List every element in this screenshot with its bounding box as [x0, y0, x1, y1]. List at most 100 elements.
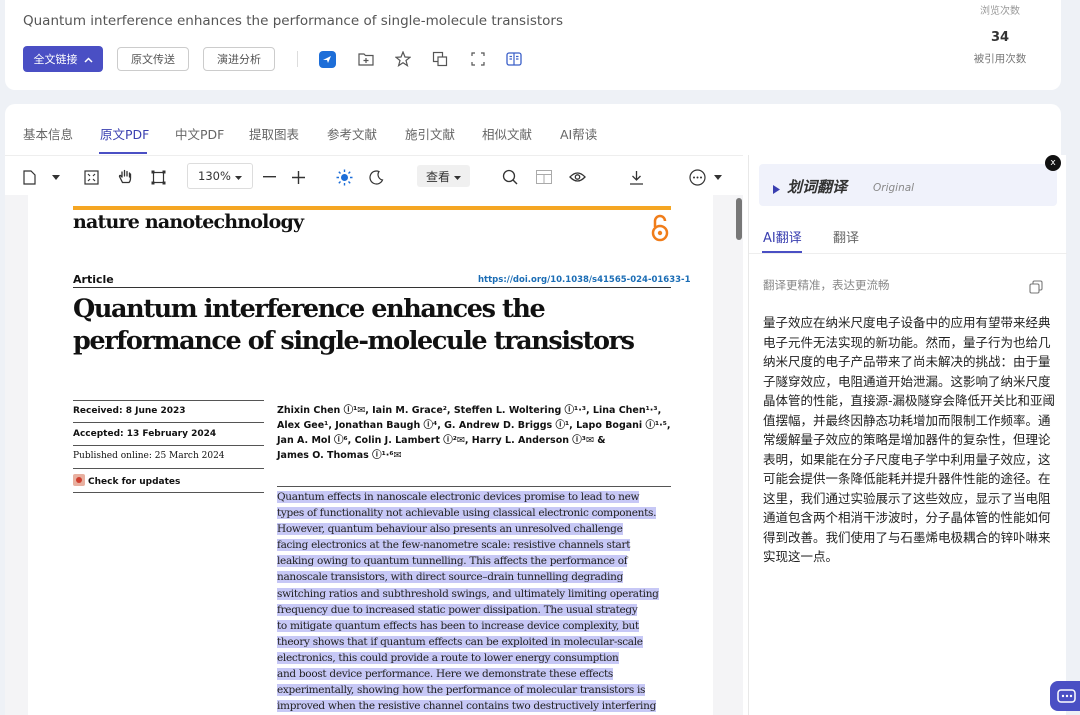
tab-references[interactable]: 参考文献	[327, 124, 377, 143]
citation-icon[interactable]	[430, 49, 450, 69]
file-icon[interactable]	[20, 168, 38, 186]
caret-down-icon	[234, 169, 242, 183]
tab-translate[interactable]: 翻译	[833, 227, 859, 246]
abstract-line: leaking owing to quantum tunnelling. Thi…	[277, 555, 628, 568]
divider	[73, 492, 264, 493]
fulltext-link-button[interactable]: 全文链接	[23, 46, 103, 72]
abstract-line: experimentally, showing how the performa…	[277, 684, 646, 697]
doi-link[interactable]: https://doi.org/10.1038/s41565-024-01633…	[478, 275, 690, 285]
evolution-analysis-button[interactable]: 演进分析	[203, 47, 275, 71]
pdf-viewer[interactable]: nature nanotechnology Article https://do…	[5, 195, 743, 715]
tab-ai-reading[interactable]: AI帮读	[560, 124, 597, 143]
tab-original-pdf[interactable]: 原文PDF	[100, 124, 149, 143]
author-line: Jan A. Mol ⓘ⁶, Colin J. Lambert ⓘ²✉, Har…	[277, 435, 606, 446]
article-type: Article	[73, 273, 114, 286]
fit-page-icon[interactable]	[82, 168, 100, 186]
translation-header[interactable]: 划词翻译 Original	[759, 164, 1057, 206]
select-area-icon[interactable]	[149, 168, 167, 186]
abstract[interactable]: Quantum effects in nanoscale electronic …	[277, 489, 671, 714]
more-icon[interactable]	[688, 168, 706, 186]
published-date: Published online: 25 March 2024	[73, 451, 225, 461]
zoom-select[interactable]: 130%	[187, 163, 253, 189]
article-title: Quantum interference enhances the perfor…	[73, 294, 635, 356]
zoom-in-icon[interactable]	[289, 168, 307, 186]
pdf-page: nature nanotechnology Article https://do…	[28, 195, 713, 715]
tab-chinese-pdf[interactable]: 中文PDF	[175, 124, 224, 143]
zoom-value: 130%	[198, 169, 231, 183]
divider	[73, 422, 264, 423]
pdf-scrollbar[interactable]	[736, 198, 742, 240]
accepted-date: Accepted: 13 February 2024	[73, 429, 217, 439]
close-icon[interactable]: x	[1045, 155, 1061, 171]
divider	[73, 468, 264, 469]
copy-icon[interactable]	[1029, 279, 1043, 294]
chevron-up-icon	[83, 53, 93, 66]
eye-icon[interactable]	[568, 168, 586, 186]
translation-panel: 划词翻译 Original AI翻译 翻译 翻译更精准，表达更流畅 量子效应在纳…	[748, 155, 1067, 715]
dark-mode-icon[interactable]	[367, 168, 385, 186]
author-line: Zhixin Chen ⓘ¹✉, Iain M. Grace², Steffen…	[277, 405, 662, 416]
tab-basic-info[interactable]: 基本信息	[23, 124, 73, 143]
received-date: Received: 8 June 2023	[73, 406, 186, 416]
tab-citing-papers[interactable]: 施引文献	[405, 124, 455, 143]
light-mode-icon[interactable]	[335, 168, 353, 186]
header-card: Quantum interference enhances the perfor…	[5, 0, 1061, 90]
translation-text: 量子效应在纳米尺度电子设备中的应用有望带来经典电子元件无法实现的新功能。然而，量…	[763, 315, 1056, 564]
document-title: Quantum interference enhances the perfor…	[23, 13, 564, 29]
pdf-toolbar: 130% 查看	[5, 155, 743, 197]
journal-name: nature nanotechnology	[73, 211, 304, 233]
views-label: 浏览次数	[980, 6, 1020, 17]
divider	[73, 400, 264, 401]
abstract-line: Quantum effects in nanoscale electronic …	[277, 491, 640, 503]
cited-label: 被引用次数	[973, 53, 1027, 65]
translation-hint: 翻译更精准，表达更流畅	[763, 278, 890, 292]
author-line: James O. Thomas ⓘ¹·⁶✉	[277, 450, 402, 461]
share-icon[interactable]	[317, 49, 337, 69]
reader-icon[interactable]	[504, 49, 524, 69]
caret-down-icon[interactable]	[709, 168, 727, 186]
tab-ai-translate[interactable]: AI翻译	[763, 227, 802, 246]
author-list: Zhixin Chen ⓘ¹✉, Iain M. Grace², Steffen…	[277, 403, 677, 463]
play-triangle-icon	[773, 179, 780, 198]
divider	[73, 287, 671, 288]
search-icon[interactable]	[501, 168, 519, 186]
view-select[interactable]: 查看	[417, 165, 470, 187]
view-label: 查看	[425, 169, 450, 184]
divider	[297, 51, 298, 67]
fulltext-link-label: 全文链接	[33, 53, 78, 66]
delivery-button[interactable]: 原文传送	[117, 47, 189, 71]
abstract-line: to mitigate quantum effects has been to …	[277, 619, 639, 632]
caret-down-icon	[454, 169, 461, 183]
abstract-line: frequency due to increased static power …	[277, 603, 638, 616]
main-card: 基本信息 原文PDF 中文PDF 提取图表 参考文献 施引文献 相似文献 AI帮…	[5, 104, 1067, 715]
caret-down-icon[interactable]	[47, 168, 65, 186]
panel-subtitle: Original	[873, 182, 915, 194]
star-icon[interactable]	[393, 49, 413, 69]
journal-bar	[73, 206, 671, 210]
open-access-icon	[650, 213, 670, 243]
abstract-line: improved when the resistive channel cont…	[277, 700, 656, 713]
add-folder-icon[interactable]	[356, 49, 376, 69]
tab-similar-papers[interactable]: 相似文献	[482, 124, 532, 143]
zoom-out-icon[interactable]	[260, 168, 278, 186]
abstract-line: and boost device performance. Here we de…	[277, 668, 614, 681]
layout-icon[interactable]	[535, 168, 553, 186]
abstract-line: types of functionality not achievable us…	[277, 507, 657, 520]
download-icon[interactable]	[627, 168, 645, 186]
check-updates-link[interactable]: Check for updates	[73, 474, 180, 489]
fullscreen-icon[interactable]	[468, 49, 488, 69]
abstract-line: switching ratios and subthreshold swings…	[277, 587, 659, 600]
abstract-line: facing electronics at the few-nanometre …	[277, 539, 631, 552]
active-tab-indicator	[99, 152, 147, 154]
chat-assistant-icon[interactable]	[1050, 681, 1080, 711]
check-updates-label: Check for updates	[88, 476, 181, 487]
tab-extract-figures[interactable]: 提取图表	[249, 124, 299, 143]
abstract-line: However, quantum behaviour also presents…	[277, 523, 623, 536]
abstract-line: nanoscale transistors, with direct sourc…	[277, 571, 623, 584]
abstract-line: electronics, this could provide a route …	[277, 651, 619, 664]
divider	[73, 445, 264, 446]
hand-icon[interactable]	[116, 168, 134, 186]
abstract-line: theory shows that if quantum effects can…	[277, 635, 643, 648]
update-badge-icon	[73, 474, 85, 489]
cited-count: 34	[990, 30, 1010, 45]
